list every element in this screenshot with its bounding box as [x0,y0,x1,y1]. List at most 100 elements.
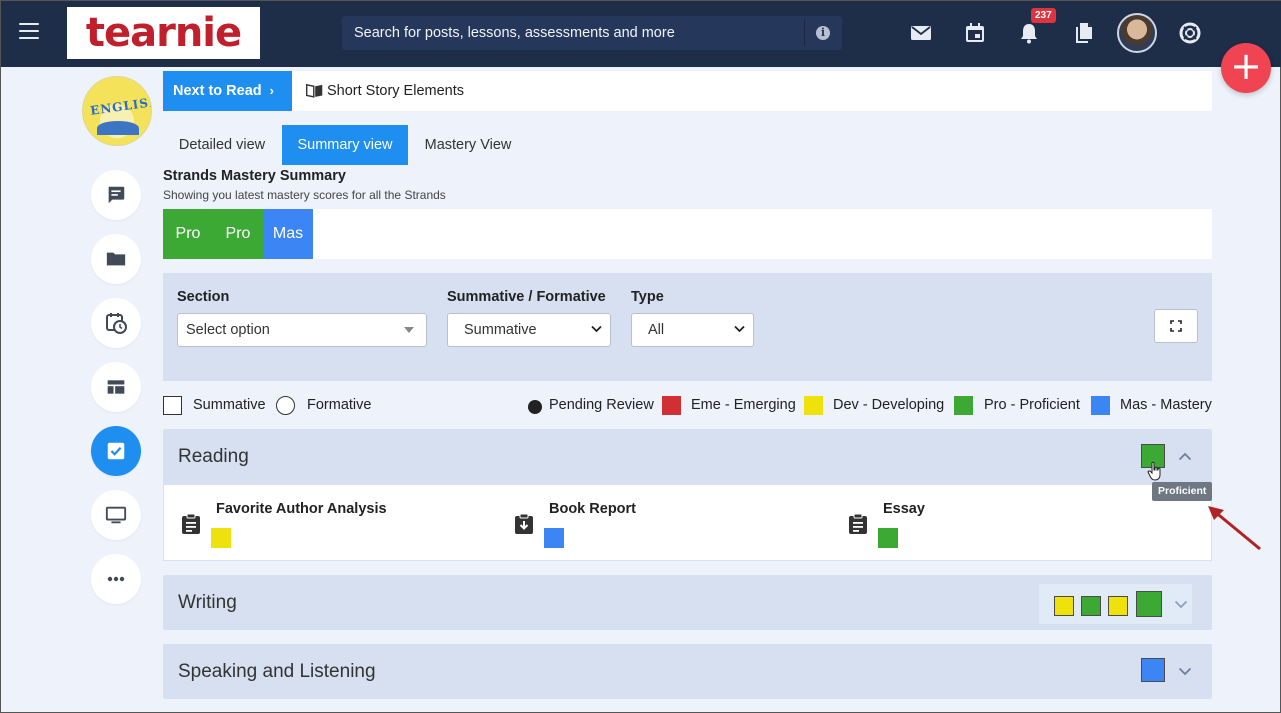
type-label: Type [631,289,664,305]
bell-icon[interactable] [1017,21,1041,45]
legend-summative: Summative [193,397,266,413]
sidebar-assessments-button[interactable] [91,426,141,476]
summary-subtitle: Showing you latest mastery scores for al… [163,188,446,202]
legend-developing: Dev - Developing [833,397,945,413]
strand-chip[interactable]: Mas [263,209,313,259]
search-bar: i [342,16,842,50]
strand-chip[interactable]: Pro [163,209,213,259]
course-book-graphic [97,121,139,135]
strand-chip[interactable]: Pro [213,209,263,259]
hand-cursor-icon [1147,461,1161,481]
more-icon [107,576,125,582]
strand-speaking-header[interactable]: Speaking and Listening [163,644,1212,699]
writing-overall-score[interactable] [1136,591,1162,617]
tab-summary-view[interactable]: Summary view [282,125,408,165]
sidebar-chat-button[interactable] [91,170,141,220]
sidebar-schedule-button[interactable] [91,298,141,348]
mail-icon[interactable] [909,21,933,45]
sidebar-more-button[interactable] [91,554,141,604]
assignment-score[interactable] [544,528,564,548]
legend-proficient: Pro - Proficient [984,397,1080,413]
logo-text: tearnie [85,10,242,56]
notification-badge: 237 [1031,8,1056,23]
strand-speaking-title: Speaking and Listening [178,661,376,682]
chevron-down-icon[interactable] [1174,600,1188,609]
summative-formative-value: Summative [464,322,537,338]
assignment-score[interactable] [211,528,231,548]
summative-formative-label: Summative / Formative [447,289,606,305]
calendar-icon[interactable] [963,21,987,45]
summative-formative-select[interactable]: Summative [447,313,611,347]
fullscreen-icon [1170,320,1182,332]
chevron-right-icon: › [269,83,275,98]
chevron-down-icon[interactable] [1178,667,1192,676]
legend-pending: Pending Review [549,397,654,413]
next-to-read-label: Next to Read [173,83,262,99]
proficient-tooltip: Proficient [1152,482,1213,501]
next-to-read-bar: Next to Read › Short Story Elements [163,71,1212,111]
caret-down-icon [404,327,414,333]
strand-writing-title: Writing [178,592,237,613]
type-select-value: All [648,322,665,338]
dashboard-icon [107,380,125,394]
open-book-icon [306,83,323,98]
annotation-arrow-icon [1208,506,1261,551]
strand-reading-body: Favorite Author Analysis Book Report Ess… [163,484,1212,561]
add-fab-button[interactable]: + [1221,43,1271,93]
folder-icon [106,252,126,266]
sidebar-dashboard-button[interactable] [91,362,141,412]
strand-reading-title: Reading [178,446,249,467]
documents-icon[interactable] [1071,21,1095,45]
sidebar-folder-button[interactable] [91,234,141,284]
avatar[interactable] [1117,13,1157,53]
filter-panel: Section Select option Summative / Format… [163,273,1212,381]
section-label: Section [177,289,230,305]
pending-dot-icon [528,400,542,414]
chevron-up-icon[interactable] [1178,452,1192,461]
assignment-score[interactable] [878,528,898,548]
type-select[interactable]: All [631,313,754,347]
legend-emerging: Eme - Emerging [691,397,796,413]
info-icon[interactable]: i [816,26,830,40]
clipboard-icon [849,513,867,534]
section-select[interactable]: Select option [177,313,427,347]
clipboard-download-icon [515,513,533,534]
next-to-read-title[interactable]: Short Story Elements [327,83,464,99]
monitor-icon [105,506,127,524]
chevron-down-icon [734,325,745,333]
summative-square-icon [163,396,182,415]
proficient-swatch [954,396,973,415]
search-input[interactable] [342,16,804,50]
logo[interactable]: tearnie [67,7,260,59]
tab-mastery-view[interactable]: Mastery View [408,125,528,165]
top-navbar: tearnie i 237 [1,1,1281,67]
formative-circle-icon [276,396,295,415]
writing-score[interactable] [1081,596,1101,616]
search-divider [804,20,805,46]
help-icon[interactable] [1178,21,1202,45]
strand-reading-header[interactable]: Reading [163,429,1212,484]
emerging-swatch [662,396,681,415]
speaking-overall-score[interactable] [1141,658,1165,682]
assignment-title: Essay [883,501,925,517]
calendar-clock-icon [106,313,127,334]
next-to-read-button[interactable]: Next to Read › [163,71,292,111]
assignment-title: Book Report [549,501,636,517]
sidebar-monitor-button[interactable] [91,490,141,540]
chat-icon [108,186,125,204]
developing-swatch [804,396,823,415]
checkbox-icon [107,442,125,460]
writing-score[interactable] [1108,596,1128,616]
summary-title: Strands Mastery Summary [163,168,346,184]
section-select-value: Select option [186,322,270,338]
fullscreen-button[interactable] [1154,309,1198,343]
hamburger-icon[interactable] [19,23,39,39]
course-logo-text: ENGLISH [89,94,152,118]
clipboard-icon [182,513,200,534]
course-logo[interactable]: ENGLISH [82,76,152,146]
assignment-title: Favorite Author Analysis [216,501,387,517]
writing-score[interactable] [1054,596,1074,616]
tab-detailed-view[interactable]: Detailed view [163,125,281,165]
legend: Summative Formative Pending Review Eme -… [163,394,1212,416]
strand-writing-header[interactable]: Writing [163,575,1212,630]
